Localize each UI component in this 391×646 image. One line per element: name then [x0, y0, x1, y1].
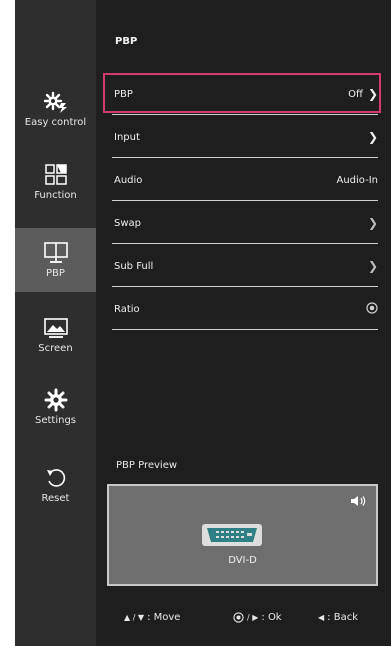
menu-item-label: Ratio [114, 303, 140, 315]
settings-gear-icon [44, 388, 68, 412]
sidebar-item-easy-control[interactable]: Easy control [15, 90, 96, 145]
sidebar-item-function[interactable]: Function [15, 163, 96, 218]
menu-item-label: Swap [114, 217, 142, 229]
menu-item-label: Sub Full [114, 260, 154, 272]
page-title: PBP [115, 36, 138, 47]
menu-item-label: Input [114, 131, 140, 143]
sidebar: Easy control Function PBP Screen Setting… [15, 0, 96, 646]
sidebar-item-pbp[interactable]: PBP [15, 228, 96, 292]
chevron-right-icon: ❯ [367, 259, 378, 273]
screen-icon [43, 316, 68, 340]
menu-item-label: Audio [114, 174, 143, 186]
menu-item-value: Off [348, 88, 363, 100]
pbp-preview: DVI-D [107, 484, 378, 586]
radio-icon [366, 301, 378, 317]
ok-button-icon [233, 612, 244, 624]
menu-item-label: PBP [114, 88, 133, 100]
right-arrow-icon: / ▶ [247, 613, 259, 623]
main-panel: PBP PBP Off ❯ Input ❯ Audio Audio-In Swa… [96, 0, 391, 646]
sidebar-item-label: Function [34, 190, 77, 201]
sidebar-item-label: Reset [41, 493, 70, 504]
sidebar-item-label: Easy control [24, 117, 87, 128]
sidebar-item-label: Settings [34, 415, 76, 426]
sidebar-item-screen[interactable]: Screen [15, 316, 96, 371]
pbp-icon [43, 241, 68, 265]
footer-ok: / ▶ : Ok [233, 612, 282, 624]
menu-item-audio[interactable]: Audio Audio-In [112, 160, 378, 201]
chevron-right-icon: ❯ [367, 87, 378, 101]
menu-item-value: Audio-In [336, 174, 378, 186]
menu-item-sub-full[interactable]: Sub Full ❯ [112, 246, 378, 287]
menu-item-pbp[interactable]: PBP Off ❯ [112, 74, 378, 115]
easy-control-icon [43, 90, 69, 114]
footer-move: ▲ / ▼ : Move [124, 612, 180, 623]
reset-icon [45, 466, 67, 490]
speaker-icon [350, 492, 368, 511]
sidebar-item-label: PBP [46, 268, 65, 279]
sidebar-item-label: Screen [38, 343, 73, 354]
up-down-arrows-icon: ▲ / ▼ [124, 613, 145, 622]
menu-item-ratio[interactable]: Ratio [112, 289, 378, 330]
chevron-right-icon: ❯ [367, 216, 378, 230]
menu-item-input[interactable]: Input ❯ [112, 117, 378, 158]
function-icon [44, 163, 67, 187]
left-arrow-icon: ◀ [318, 613, 325, 622]
input-label: DVI-D [228, 555, 257, 566]
footer-ok-label: : Ok [261, 612, 282, 624]
dvi-connector-icon [202, 524, 262, 550]
footer-back-label: : Back [327, 612, 358, 623]
chevron-right-icon: ❯ [367, 130, 378, 144]
sidebar-item-settings[interactable]: Settings [15, 388, 96, 443]
sidebar-item-reset[interactable]: Reset [15, 466, 96, 521]
preview-label: PBP Preview [116, 460, 178, 471]
footer-back: ◀ : Back [318, 612, 358, 623]
footer-move-label: : Move [147, 612, 181, 623]
menu-item-swap[interactable]: Swap ❯ [112, 203, 378, 244]
